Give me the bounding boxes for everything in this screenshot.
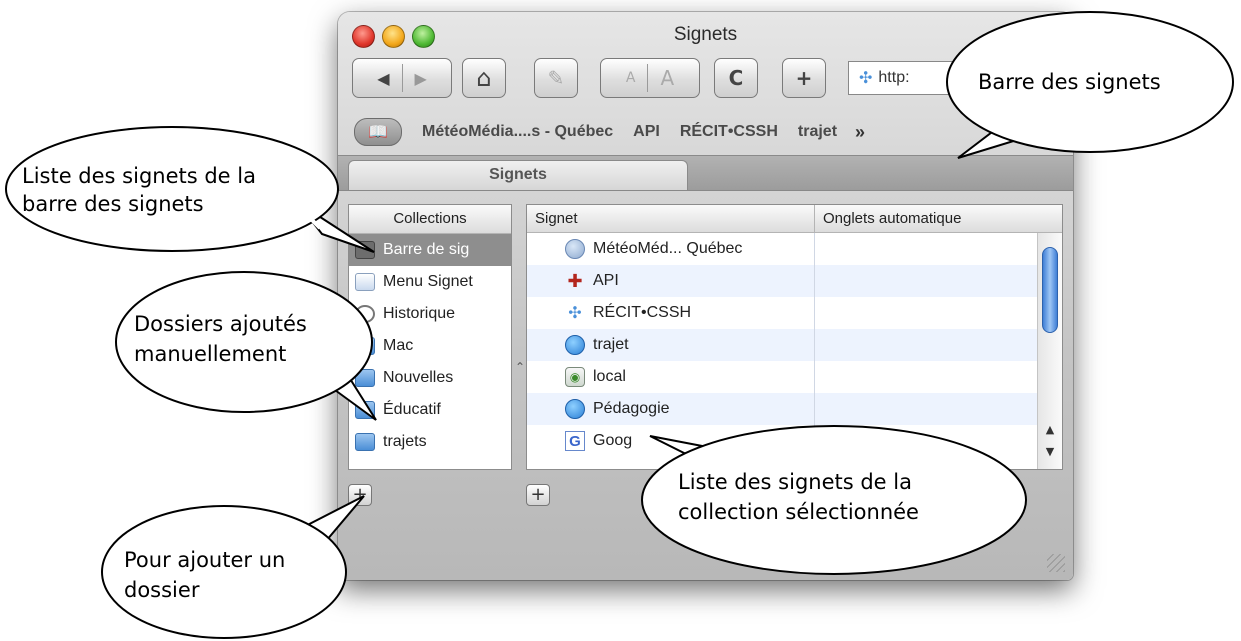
home-button[interactable]: ⌂ [462, 58, 506, 98]
forward-arrow-icon[interactable]: ▶ [415, 69, 427, 88]
callout-text: Pour ajouter un [124, 548, 286, 572]
home-icon: ⌂ [476, 64, 492, 92]
callout-collection-list: Liste des signets de la collection sélec… [616, 420, 1036, 590]
address-text: http: [878, 69, 910, 86]
bookmark-name: API [593, 272, 619, 289]
bookmarks-bar-item[interactable]: API [633, 123, 660, 141]
callout-text: Barre des signets [978, 70, 1161, 94]
bookmark-name: RÉCIT•CSSH [593, 304, 692, 321]
text-bigger-icon[interactable]: A [660, 66, 674, 90]
callout-add-folder: Pour ajouter un dossier [96, 476, 396, 641]
text-smaller-icon[interactable]: A [626, 70, 636, 86]
callout-text: barre des signets [22, 192, 204, 216]
api-icon: ✚ [567, 270, 583, 291]
callout-text: collection sélectionnée [678, 500, 919, 524]
table-row[interactable]: trajet [527, 329, 1037, 361]
url-link-icon: ✣ [859, 70, 873, 87]
scroll-down-arrow-icon[interactable]: ▼ [1038, 445, 1062, 458]
reload-button[interactable]: C [714, 58, 758, 98]
tab-signets[interactable]: Signets [348, 160, 688, 190]
link-icon: ✣ [568, 305, 582, 322]
bookmark-name: local [593, 368, 626, 385]
table-row[interactable]: MétéoMéd... Québec [527, 233, 1037, 265]
add-bookmark-list-button[interactable]: + [526, 484, 550, 506]
back-arrow-icon[interactable]: ◀ [377, 69, 389, 88]
table-row[interactable]: ✚ API [527, 265, 1037, 297]
safari-icon [565, 399, 585, 419]
bookmark-name: MétéoMéd... Québec [593, 240, 743, 257]
callout-text: Dossiers ajoutés [134, 312, 307, 336]
collection-label: Barre de sig [383, 241, 470, 258]
callout-text: Liste des signets de la [22, 164, 256, 188]
globe-icon [565, 239, 585, 259]
bookmarks-bar-item[interactable]: MétéoMédia....s - Québec [422, 123, 613, 141]
vertical-scrollbar[interactable]: ▲ ▼ [1037, 233, 1062, 469]
callout-manual-folders: Dossiers ajoutés manuellement [104, 270, 404, 440]
callout-text: dossier [124, 578, 200, 602]
splitter-handle-icon[interactable]: ⌃ [515, 360, 525, 374]
table-row[interactable]: ◉ local [527, 361, 1037, 393]
back-forward-button[interactable]: ◀ ▶ [352, 58, 452, 98]
table-row[interactable]: ✣ RÉCIT•CSSH [527, 297, 1037, 329]
edit-button[interactable]: ✎ [534, 58, 578, 98]
bookmarks-bar-item[interactable]: RÉCIT•CSSH [680, 123, 778, 141]
reload-icon: C [728, 66, 744, 90]
safari-icon [565, 335, 585, 355]
plus-icon: + [795, 66, 813, 90]
bookmark-name: trajet [593, 336, 629, 353]
scroll-thumb[interactable] [1042, 247, 1058, 333]
scroll-up-arrow-icon[interactable]: ▲ [1038, 423, 1062, 436]
callout-bookmarks-bar-list: Liste des signets de la barre des signet… [2, 124, 382, 274]
text-size-button[interactable]: A A [600, 58, 700, 98]
bookmarks-bar-item[interactable]: trajet [798, 123, 837, 141]
bookmark-name: Pédagogie [593, 400, 670, 417]
local-file-icon: ◉ [565, 367, 585, 387]
add-bookmark-button[interactable]: + [782, 58, 826, 98]
google-icon: G [565, 431, 585, 451]
pencil-icon: ✎ [547, 66, 565, 90]
column-header-signet[interactable]: Signet [527, 205, 815, 233]
callout-text: manuellement [134, 342, 287, 366]
column-header-auto-tabs[interactable]: Onglets automatique [815, 205, 1062, 233]
callout-text: Liste des signets de la [678, 470, 912, 494]
callout-bookmarks-bar: Barre des signets [940, 6, 1240, 166]
resize-grip-icon[interactable] [1047, 554, 1065, 572]
more-bookmarks-chevron-icon[interactable]: » [855, 122, 865, 143]
